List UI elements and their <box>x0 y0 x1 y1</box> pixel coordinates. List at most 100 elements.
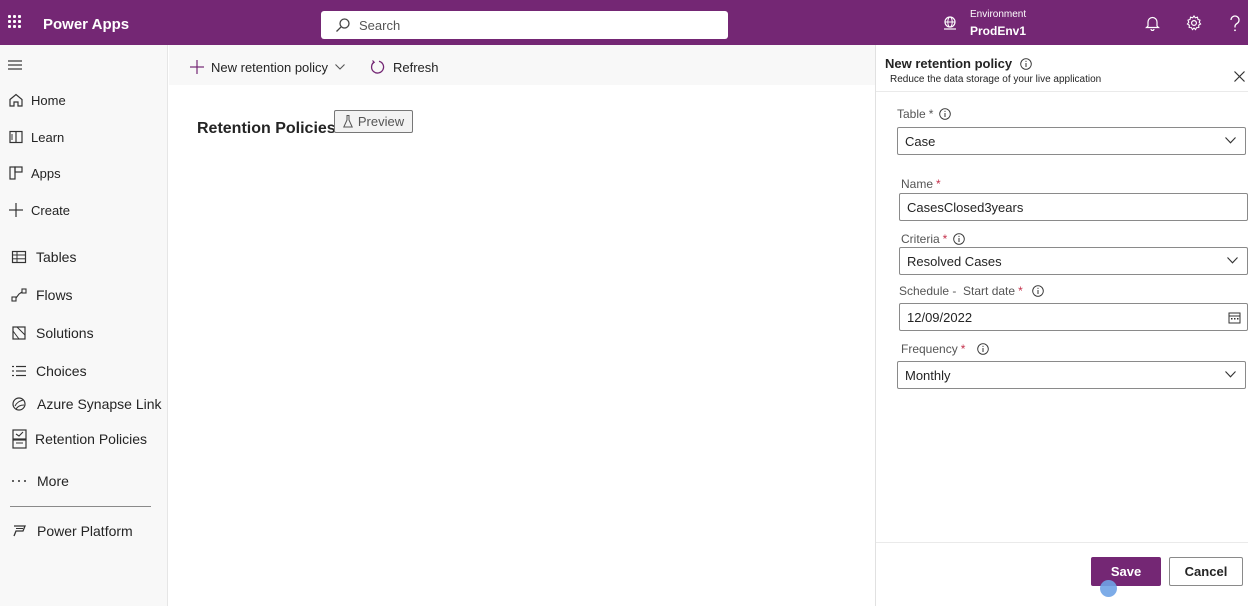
frequency-dropdown[interactable]: Monthly <box>897 361 1246 389</box>
name-label-text: Name <box>901 177 934 191</box>
close-icon[interactable] <box>1234 71 1245 82</box>
nav-label-apps: Apps <box>31 165 61 181</box>
power-platform-icon <box>13 525 26 537</box>
panel-header-divider <box>876 91 1248 92</box>
chevron-down-icon <box>335 64 345 70</box>
chevron-down-icon <box>1225 137 1236 144</box>
criteria-field-label: Criteria * <box>901 232 966 246</box>
nav-label-azure-synapse-link: Azure Synapse Link <box>37 396 162 412</box>
frequency-label-text: Frequency <box>901 342 958 356</box>
flask-icon <box>342 115 353 128</box>
nav-item-solutions[interactable]: Solutions <box>0 317 168 349</box>
nav-item-power-platform[interactable]: Power Platform <box>0 515 168 547</box>
table-dropdown-value: Case <box>905 133 936 149</box>
gear-icon[interactable] <box>1186 15 1202 31</box>
book-icon <box>9 130 23 144</box>
plus-icon <box>190 60 204 74</box>
nav-label-home: Home <box>31 92 66 108</box>
solutions-icon <box>12 326 26 340</box>
nav-label-flows: Flows <box>36 287 73 303</box>
page-title: Retention Policies <box>197 120 336 137</box>
name-input-value: CasesClosed3years <box>907 199 1024 215</box>
nav-item-retention-policies[interactable]: Retention Policies <box>0 423 168 455</box>
nav-item-home[interactable]: Home <box>0 84 168 116</box>
nav-label-more: More <box>37 473 69 489</box>
table-dropdown[interactable]: Case <box>897 127 1246 155</box>
name-input[interactable]: CasesClosed3years <box>899 193 1248 221</box>
required-mark: * <box>942 232 948 246</box>
search-box[interactable] <box>321 11 728 39</box>
schedule-label-text: Schedule - Start date <box>899 284 1016 298</box>
nav-label-learn: Learn <box>31 129 65 145</box>
required-mark: * <box>1018 284 1023 298</box>
apps-icon <box>9 166 23 180</box>
nav-label-retention-policies: Retention Policies <box>35 431 148 447</box>
nav-item-create[interactable]: Create <box>0 194 168 226</box>
refresh-button[interactable]: Refresh <box>370 58 439 76</box>
nav-label-choices: Choices <box>36 363 87 379</box>
left-navigation: Home Learn Apps Create Tables Flows Solu… <box>0 45 168 606</box>
list-icon <box>12 365 26 377</box>
nav-item-azure-synapse-link[interactable]: Azure Synapse Link <box>0 388 168 420</box>
frequency-dropdown-value: Monthly <box>905 367 951 383</box>
home-icon <box>9 93 23 107</box>
chevron-down-icon <box>1227 257 1238 264</box>
name-field-label: Name * <box>901 177 941 191</box>
nav-item-apps[interactable]: Apps <box>0 157 168 189</box>
app-launcher-icon[interactable] <box>8 15 22 29</box>
nav-item-learn[interactable]: Learn <box>0 121 168 153</box>
calendar-icon[interactable] <box>1228 311 1241 324</box>
required-mark: * <box>936 177 941 191</box>
help-icon[interactable] <box>1229 15 1241 32</box>
environment-label: Environment <box>970 9 1027 20</box>
environment-icon <box>944 16 956 30</box>
nav-item-more[interactable]: More <box>0 465 168 497</box>
panel-title: New retention policy <box>885 56 1032 71</box>
nav-item-choices[interactable]: Choices <box>0 355 168 387</box>
start-date-value: 12/09/2022 <box>907 309 973 325</box>
ellipsis-icon <box>12 480 26 482</box>
info-icon[interactable] <box>1031 285 1044 297</box>
panel-title-text: New retention policy <box>885 56 1013 71</box>
info-icon[interactable] <box>953 233 966 245</box>
nav-divider <box>10 506 151 507</box>
command-bar: New retention policy Refresh <box>169 45 875 85</box>
cursor-indicator <box>1100 580 1117 597</box>
nav-item-tables[interactable]: Tables <box>0 241 168 273</box>
info-icon[interactable] <box>939 108 952 120</box>
start-date-picker[interactable]: 12/09/2022 <box>899 303 1248 331</box>
flow-icon <box>11 288 27 302</box>
new-retention-policy-button[interactable]: New retention policy <box>190 58 345 76</box>
schedule-start-date-label: Schedule - Start date * <box>899 284 1044 298</box>
table-field-label: Table * <box>897 107 952 121</box>
required-mark: * <box>928 107 934 121</box>
synapse-icon <box>12 397 26 411</box>
new-retention-policy-panel: New retention policy Reduce the data sto… <box>875 45 1248 606</box>
environment-name: ProdEnv1 <box>970 24 1027 38</box>
table-icon <box>11 250 27 264</box>
refresh-icon <box>370 60 385 74</box>
nav-item-flows[interactable]: Flows <box>0 279 168 311</box>
cancel-button[interactable]: Cancel <box>1169 557 1243 586</box>
nav-label-tables: Tables <box>36 249 77 265</box>
preview-badge: Preview <box>334 110 413 133</box>
criteria-dropdown-value: Resolved Cases <box>907 253 1002 269</box>
hamburger-menu-icon[interactable] <box>8 59 22 71</box>
table-label-text: Table <box>897 107 926 121</box>
bell-icon[interactable] <box>1145 15 1160 31</box>
search-icon <box>336 18 350 32</box>
panel-footer-divider <box>876 542 1248 543</box>
top-bar: Power Apps Environment ProdEnv1 <box>0 0 1248 45</box>
app-title[interactable]: Power Apps <box>43 16 129 33</box>
search-input[interactable] <box>359 16 699 34</box>
retention-icon <box>12 429 27 449</box>
new-retention-policy-label: New retention policy <box>211 59 329 75</box>
chevron-down-icon <box>1225 371 1236 378</box>
criteria-dropdown[interactable]: Resolved Cases <box>899 247 1248 275</box>
info-icon[interactable] <box>977 343 990 355</box>
frequency-field-label: Frequency * <box>901 342 990 356</box>
info-icon[interactable] <box>1020 57 1032 70</box>
criteria-label-text: Criteria <box>901 232 940 246</box>
preview-badge-label: Preview <box>357 114 405 129</box>
refresh-label: Refresh <box>393 59 439 75</box>
